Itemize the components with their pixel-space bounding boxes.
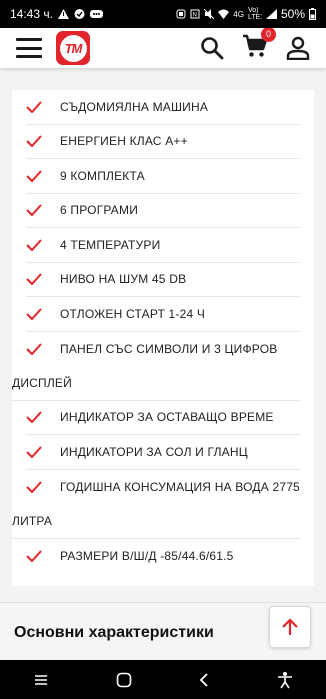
scroll-to-top-button[interactable]	[269, 606, 311, 648]
battery-percent: 50%	[280, 7, 305, 21]
feature-item: ИНДИКАТОРИ ЗА СОЛ И ГЛАНЦ	[26, 435, 300, 470]
check-icon	[26, 343, 42, 355]
signal-icon	[265, 9, 277, 19]
account-icon[interactable]	[286, 36, 310, 60]
nfc-icon: N	[190, 9, 200, 19]
accessibility-icon[interactable]	[277, 671, 293, 689]
arrow-up-icon	[282, 618, 298, 635]
feature-item: СЪДОМИЯЛНА МАШИНА	[26, 90, 300, 125]
features-list: СЪДОМИЯЛНА МАШИНА ЕНЕРГИЕН КЛАС А++ 9 КО…	[12, 90, 314, 586]
app-content: TM 0 СЪДОМИЯЛНА МАШИНА ЕНЕРГИЕН КЛАС А++…	[0, 28, 326, 660]
carrier-label: Vo) LTE1	[247, 7, 262, 21]
feature-text: 6 ПРОГРАМИ	[60, 203, 139, 218]
messages-icon	[89, 10, 103, 18]
feature-text: ИНДИКАТОРИ ЗА СОЛ И ГЛАНЦ	[60, 444, 248, 459]
battery-icon	[309, 8, 316, 20]
back-icon[interactable]	[198, 672, 210, 688]
recent-apps-icon[interactable]	[33, 673, 49, 687]
check-icon	[26, 170, 42, 182]
feature-item: ПАНЕЛ СЪС СИМВОЛИ И 3 ЦИФРОВ	[26, 332, 300, 367]
alarm-icon	[176, 9, 186, 19]
logo-mark: TM	[59, 34, 87, 62]
check-icon	[26, 204, 42, 217]
check-icon	[26, 101, 42, 113]
network-type: 4G	[233, 9, 244, 19]
check-icon	[26, 446, 42, 458]
feature-item: ОТЛОЖЕН СТАРТ 1-24 Ч	[26, 297, 300, 332]
feature-text: ПАНЕЛ СЪС СИМВОЛИ И 3 ЦИФРОВ	[60, 341, 278, 356]
home-icon[interactable]	[116, 672, 132, 688]
cart-button[interactable]: 0	[242, 28, 276, 63]
feature-text: ГОДИШНА КОНСУМАЦИЯ НА ВОДА 2775	[60, 479, 300, 494]
feature-text-continuation: ЛИТРА	[12, 504, 300, 539]
feature-item: РАЗМЕРИ В/Ш/Д -85/44.6/61.5	[26, 539, 300, 574]
feature-item: ГОДИШНА КОНСУМАЦИЯ НА ВОДА 2775	[26, 470, 300, 505]
check-icon	[26, 550, 42, 562]
check-icon	[26, 239, 42, 251]
site-logo[interactable]: TM	[56, 31, 90, 65]
mute-icon	[204, 9, 215, 19]
search-icon[interactable]	[200, 36, 224, 60]
status-bar: 14:43 ч. N 4G Vo) LTE1 50%	[0, 0, 326, 28]
check-icon	[26, 481, 42, 493]
feature-item: НИВО НА ШУМ 45 DB	[26, 263, 300, 297]
feature-text: 4 ТЕМПЕРАТУРИ	[60, 237, 161, 252]
feature-item: 4 ТЕМПЕРАТУРИ	[26, 228, 300, 263]
wifi-icon	[218, 9, 230, 19]
section-title: Основни характеристики	[14, 623, 214, 641]
cart-count-badge: 0	[261, 28, 276, 42]
feature-item: ИНДИКАТОР ЗА ОСТАВАЩО ВРЕМЕ	[26, 401, 300, 435]
status-time: 14:43 ч.	[10, 7, 53, 21]
system-nav-bar	[0, 660, 326, 699]
check-icon	[26, 308, 42, 320]
check-icon	[26, 135, 42, 148]
svg-text:N: N	[193, 13, 197, 19]
feature-text: ЕНЕРГИЕН КЛАС А++	[60, 134, 188, 149]
menu-icon[interactable]	[16, 38, 42, 58]
site-header: TM 0	[0, 28, 326, 68]
feature-item: 9 КОМПЛЕКТА	[26, 159, 300, 194]
feature-item: 6 ПРОГРАМИ	[26, 194, 300, 228]
notification-icon	[74, 9, 85, 19]
feature-text-continuation: ДИСПЛЕЙ	[12, 366, 300, 401]
feature-item: ЕНЕРГИЕН КЛАС А++	[26, 125, 300, 159]
feature-text: ИНДИКАТОР ЗА ОСТАВАЩО ВРЕМЕ	[60, 410, 274, 425]
feature-text: НИВО НА ШУМ 45 DB	[60, 272, 187, 287]
feature-text: 9 КОМПЛЕКТА	[60, 168, 145, 183]
feature-text: РАЗМЕРИ В/Ш/Д -85/44.6/61.5	[60, 548, 234, 563]
feature-text: СЪДОМИЯЛНА МАШИНА	[60, 99, 209, 114]
feature-text: ОТЛОЖЕН СТАРТ 1-24 Ч	[60, 306, 206, 321]
check-icon	[26, 411, 42, 424]
check-icon	[26, 273, 42, 286]
warning-icon	[57, 9, 69, 19]
